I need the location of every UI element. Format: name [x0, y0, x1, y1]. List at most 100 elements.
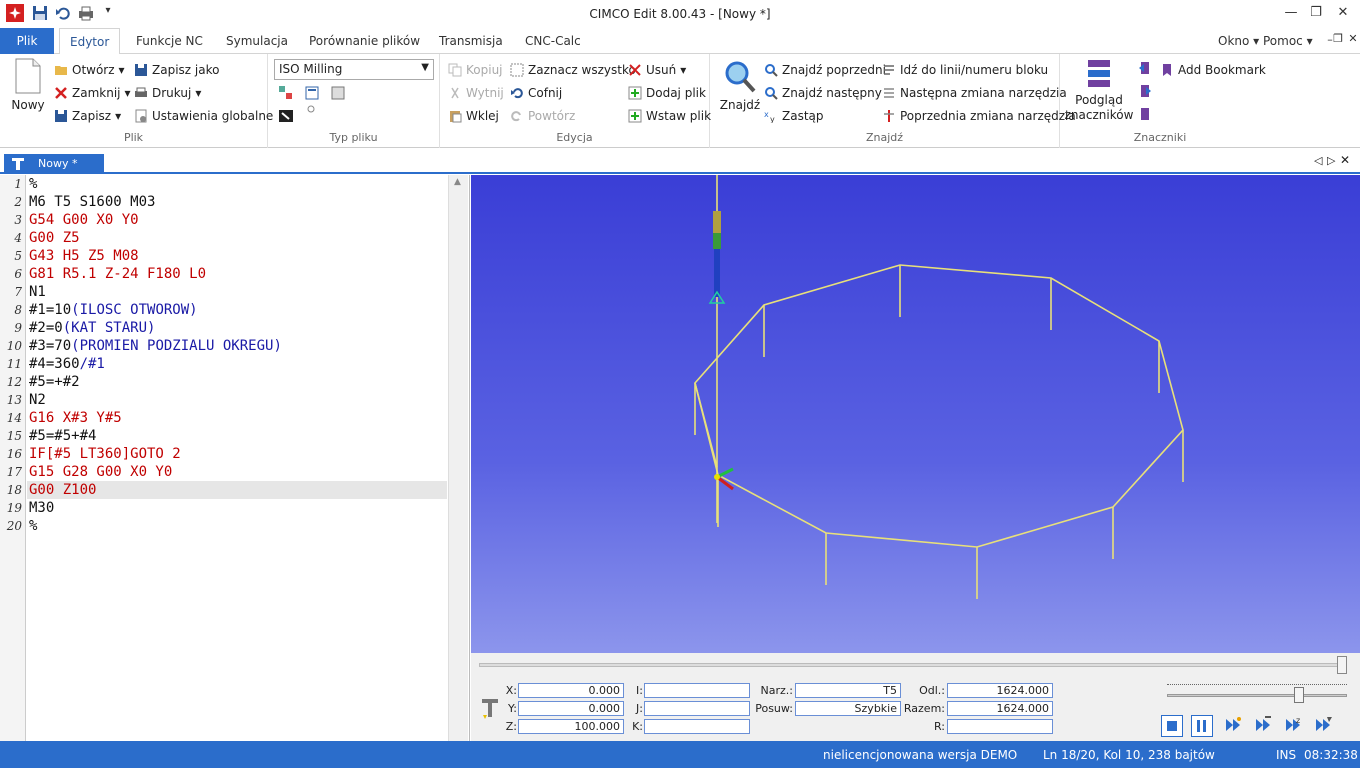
wklej-button[interactable]: Wklej	[448, 107, 499, 125]
otworz-label: Otwórz	[72, 63, 115, 77]
zaznacz-wszystko-button[interactable]: Zaznacz wszystko	[510, 61, 636, 79]
file-type-select[interactable]: ISO Milling ▼	[274, 59, 434, 80]
otworz-button[interactable]: Otwórz ▾	[54, 61, 125, 79]
bookmark-toggle-icon[interactable]	[1138, 107, 1152, 121]
code-line[interactable]: #1=10(ILOSC OTWOROW)	[29, 301, 198, 319]
clock: 08:32:38	[1304, 748, 1358, 762]
step-z-icon[interactable]: z	[1283, 715, 1303, 735]
step-tool-icon[interactable]	[1253, 715, 1273, 735]
step-icon[interactable]	[1223, 715, 1243, 735]
code-line[interactable]: #4=360/#1	[29, 355, 105, 373]
nastepna-zmiana-button[interactable]: Następna zmiana narzędzia	[882, 84, 1067, 102]
editor-scrollbar[interactable]: ▲	[448, 175, 468, 741]
tab-scroll-right-icon[interactable]: ▷	[1327, 154, 1335, 167]
bookmark-icon	[1163, 64, 1171, 76]
code-line[interactable]: #5=+#2	[29, 373, 80, 391]
code-line[interactable]: #3=70(PROMIEN PODZIALU OKREGU)	[29, 337, 282, 355]
code-line[interactable]: G81 R5.1 Z-24 F180 L0	[29, 265, 206, 283]
podglad-znacznikow-button[interactable]: Podgląd znaczników	[1065, 58, 1133, 128]
redo-icon	[511, 111, 521, 122]
code-line[interactable]: G16 X#3 Y#5	[29, 409, 122, 427]
tab-cnc-calc[interactable]: CNC-Calc	[515, 28, 591, 54]
zamknij-button[interactable]: Zamknij ▾	[54, 84, 131, 102]
add-bookmark-label: Add Bookmark	[1178, 63, 1266, 77]
run-end-icon[interactable]	[1313, 715, 1333, 735]
menu-pomoc[interactable]: Pomoc ▾	[1253, 28, 1323, 54]
pause-button[interactable]	[1191, 715, 1213, 737]
scroll-up-icon[interactable]: ▲	[454, 177, 461, 187]
drukuj-button[interactable]: Drukuj ▾	[134, 84, 201, 102]
code-line[interactable]: IF[#5 LT360]GOTO 2	[29, 445, 181, 463]
speed-slider-track[interactable]	[1167, 694, 1347, 697]
document-tab-label: Nowy *	[38, 157, 78, 170]
poprzednia-zmiana-button[interactable]: Poprzednia zmiana narzędzia	[882, 107, 1076, 125]
tab-plik[interactable]: Plik	[0, 28, 54, 54]
tab-close-icon[interactable]: ✕	[1340, 153, 1350, 167]
code-line[interactable]: N2	[29, 391, 46, 409]
wytnij-label: Wytnij	[466, 86, 504, 100]
cofnij-button[interactable]: Cofnij	[510, 84, 562, 102]
code-line[interactable]: G00 Z100	[29, 481, 96, 499]
type-icon-2[interactable]	[304, 85, 320, 101]
znajdz-button[interactable]: Znajdź	[720, 60, 760, 116]
code-line[interactable]: G43 H5 Z5 M08	[29, 247, 139, 265]
simulation-progress-thumb[interactable]	[1337, 656, 1347, 674]
okno-label: Okno	[1218, 34, 1250, 48]
usun-button[interactable]: Usuń ▾	[628, 61, 686, 79]
type-icon-5[interactable]	[306, 104, 316, 114]
wytnij-button[interactable]: Wytnij	[448, 84, 504, 102]
zastap-button[interactable]: x y Zastąp	[764, 107, 824, 125]
code-line[interactable]: %	[29, 175, 37, 193]
idz-do-linii-button[interactable]: Idź do linii/numeru bloku	[882, 61, 1048, 79]
type-icon-1[interactable]	[278, 85, 294, 101]
code-line[interactable]: G15 G28 G00 X0 Y0	[29, 463, 172, 481]
minimize-icon[interactable]: —	[1281, 5, 1301, 23]
posuw-label: Posuw:	[755, 702, 793, 715]
code-line[interactable]: N1	[29, 283, 46, 301]
bookmark-prev-icon[interactable]	[1138, 61, 1152, 75]
wstaw-plik-button[interactable]: Wstaw plik	[628, 107, 711, 125]
znajdz-poprzedni-button[interactable]: Znajdź poprzedni	[764, 61, 886, 79]
nowy-button[interactable]: Nowy	[8, 58, 48, 118]
znajdz-nastepny-button[interactable]: Znajdź następny	[764, 84, 882, 102]
powtorz-button[interactable]: Powtórz	[510, 107, 575, 125]
code-editor[interactable]: 1 2 3 4 5 6 7 8 9 10 11 12 13 14 15 16 17 18 19 20 % M6 T5 S…	[0, 175, 470, 741]
bookmark-next-icon[interactable]	[1138, 84, 1152, 98]
simulation-3d-view[interactable]	[471, 175, 1360, 653]
speed-slider-thumb[interactable]	[1294, 687, 1304, 703]
tab-symulacja[interactable]: Symulacja	[216, 28, 298, 54]
kopiuj-button[interactable]: Kopiuj	[448, 61, 503, 79]
line-number-gutter: 1 2 3 4 5 6 7 8 9 10 11 12 13 14 15 16 17 18 19 20	[0, 175, 26, 741]
dodaj-plik-button[interactable]: Dodaj plik	[628, 84, 706, 102]
close-icon[interactable]: ✕	[1333, 5, 1353, 23]
code-line[interactable]: M6 T5 S1600 M03	[29, 193, 155, 211]
code-line[interactable]: M30	[29, 499, 54, 517]
type-icon-4[interactable]	[278, 108, 294, 124]
type-icon-3[interactable]	[330, 85, 346, 101]
restore-icon[interactable]: ❐	[1306, 5, 1326, 23]
zapisz-jako-button[interactable]: Zapisz jako	[134, 61, 219, 79]
simulation-progress-track[interactable]	[479, 663, 1343, 667]
tab-funkcje-nc[interactable]: Funkcje NC	[126, 28, 213, 54]
tab-scroll-left-icon[interactable]: ◁	[1314, 154, 1322, 167]
window-title: CIMCO Edit 8.00.43 - [Nowy *]	[589, 7, 771, 21]
code-line[interactable]: G00 Z5	[29, 229, 80, 247]
stop-button[interactable]	[1161, 715, 1183, 737]
code-line[interactable]: %	[29, 517, 37, 535]
tab-porownanie[interactable]: Porównanie plików	[299, 28, 430, 54]
ustawienia-button[interactable]: Ustawienia globalne	[134, 107, 273, 125]
code-token: #3=70	[29, 338, 72, 354]
tab-transmisja[interactable]: Transmisja	[429, 28, 513, 54]
tab-edytor[interactable]: Edytor	[59, 28, 121, 55]
add-bookmark-button[interactable]: Add Bookmark	[1160, 61, 1266, 79]
zapisz-button[interactable]: Zapisz ▾	[54, 107, 121, 125]
code-line[interactable]: G54 G00 X0 Y0	[29, 211, 139, 229]
svg-text:z: z	[1296, 716, 1300, 725]
group-znaczniki-label: Znaczniki	[1133, 131, 1187, 144]
odl-value: 1624.000	[947, 683, 1053, 698]
code-line[interactable]: #2=0(KAT STARU)	[29, 319, 155, 337]
mdi-close-icon[interactable]: ✕	[1343, 32, 1360, 50]
r-label: R:	[933, 720, 945, 733]
code-line[interactable]: #5=#5+#4	[29, 427, 96, 445]
document-tab-nowy[interactable]: Nowy *	[4, 154, 104, 174]
